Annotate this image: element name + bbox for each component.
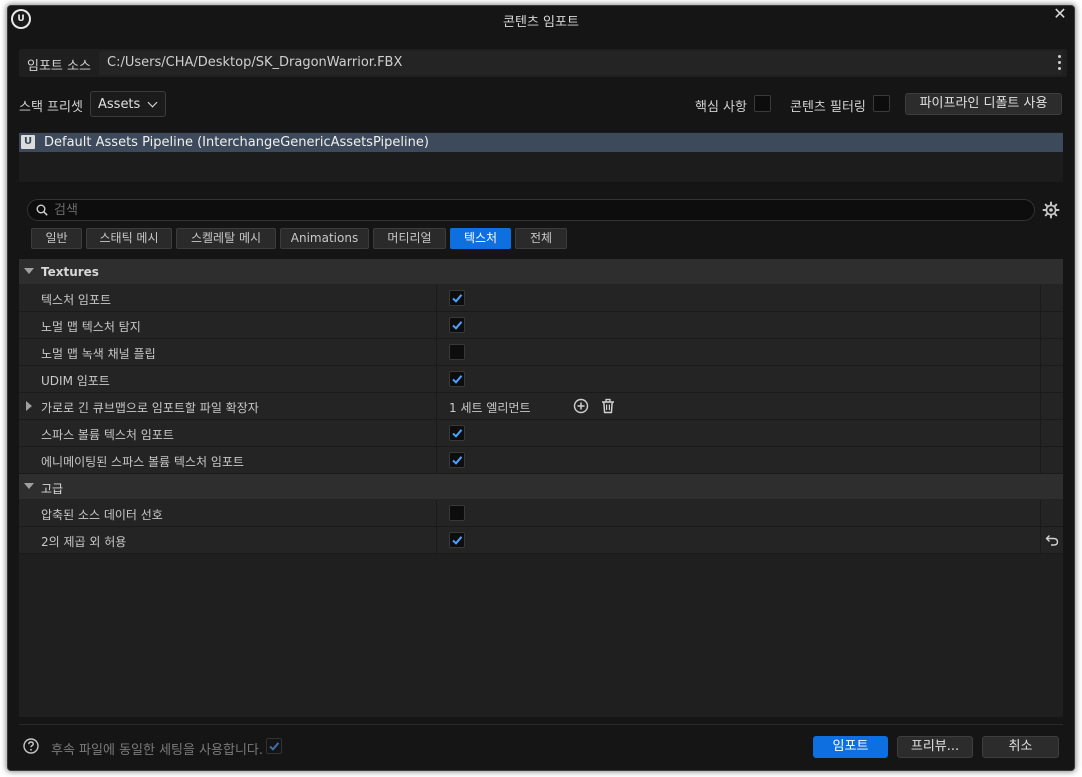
import-animated-sparse-volume-checkbox[interactable] [449, 452, 465, 468]
cancel-button[interactable]: 취소 [982, 736, 1059, 758]
pipeline-item-default-assets[interactable]: U Default Assets Pipeline (InterchangeGe… [19, 133, 1063, 152]
checkmark-icon [452, 536, 463, 545]
import-sparse-volume-checkbox[interactable] [449, 425, 465, 441]
stack-preset-label: 스택 프리셋 [19, 100, 83, 115]
content-filter-checkbox[interactable] [873, 95, 890, 112]
prefer-compressed-source-checkbox[interactable] [449, 505, 465, 521]
property-name: 에니메이팅된 스파스 볼륨 텍스처 임포트 [41, 455, 244, 469]
collapse-arrow-icon [24, 483, 34, 489]
checkmark-icon [452, 456, 463, 465]
checkmark-icon [452, 429, 463, 438]
tab-static-mesh[interactable]: 스태틱 메시 [86, 228, 172, 249]
window-title: 콘텐츠 임포트 [503, 15, 579, 30]
import-udim-checkbox[interactable] [449, 371, 465, 387]
trash-icon[interactable] [600, 398, 616, 414]
import-dialog: U 콘텐츠 임포트 ✕ 임포트 소스 C:/Users/CHA/Desktop/… [8, 6, 1074, 770]
expand-arrow-icon[interactable] [26, 401, 32, 411]
property-name: 압축된 소스 데이터 선호 [41, 508, 163, 522]
import-source-path: C:/Users/CHA/Desktop/SK_DragonWarrior.FB… [99, 51, 1063, 75]
allow-non-power-of-two-checkbox[interactable] [449, 532, 465, 548]
add-element-icon[interactable] [573, 398, 589, 414]
import-source-label: 임포트 소스 [27, 59, 91, 74]
tab-skeletal-mesh[interactable]: 스켈레탈 메시 [176, 228, 276, 249]
gear-icon[interactable] [1042, 201, 1060, 219]
details-panel: Textures 텍스처 임포트 노멀 맵 텍스처 탐지 노멀 맵 녹색 채널 … [19, 259, 1063, 717]
chevron-down-icon [147, 97, 158, 108]
tab-animations[interactable]: Animations [280, 228, 369, 249]
category-textures[interactable]: Textures [19, 259, 1063, 285]
tab-all[interactable]: 전체 [515, 228, 567, 249]
core-options-label: 핵심 사항 [695, 100, 747, 115]
checkmark-icon [452, 375, 463, 384]
import-source-row: 임포트 소스 C:/Users/CHA/Desktop/SK_DragonWar… [19, 49, 1067, 77]
category-label: Textures [41, 265, 99, 279]
pipeline-stack-list: U Default Assets Pipeline (InterchangeGe… [19, 132, 1063, 182]
import-button[interactable]: 임포트 [813, 736, 888, 758]
stack-preset-dropdown[interactable]: Assets [90, 91, 166, 117]
property-name: 가로로 긴 큐브맵으로 임포트할 파일 확장자 [41, 401, 259, 415]
array-element-count: 1 세트 엘리먼트 [449, 401, 531, 415]
property-row-import-animated-sparse-volume: 에니메이팅된 스파스 볼륨 텍스처 임포트 [19, 447, 1063, 474]
same-settings-checkbox[interactable] [266, 738, 282, 754]
stack-preset-value: Assets [98, 97, 141, 112]
use-pipeline-defaults-button[interactable]: 파이프라인 디폴트 사용 [905, 93, 1062, 115]
close-icon[interactable]: ✕ [1052, 6, 1068, 24]
pipeline-name: Default Assets Pipeline (InterchangeGene… [44, 135, 429, 150]
property-row-import-sparse-volume: 스파스 볼륨 텍스처 임포트 [19, 420, 1063, 447]
more-options-icon[interactable] [1055, 53, 1063, 71]
search-box [27, 199, 1035, 221]
property-row-prefer-compressed-source: 압축된 소스 데이터 선호 [19, 500, 1063, 527]
reset-to-default-icon[interactable] [1045, 533, 1059, 547]
checkmark-icon [269, 742, 280, 751]
search-icon [36, 204, 48, 216]
tab-materials[interactable]: 머티리얼 [373, 228, 446, 249]
detect-normal-map-checkbox[interactable] [449, 317, 465, 333]
property-row-import-textures: 텍스처 임포트 [19, 285, 1063, 312]
property-row-detect-normal-map: 노멀 맵 텍스처 탐지 [19, 312, 1063, 339]
property-name: 2의 제곱 외 허용 [41, 535, 127, 549]
search-input[interactable] [54, 201, 1014, 219]
preview-button[interactable]: 프리뷰... [897, 736, 973, 758]
tab-textures[interactable]: 텍스처 [450, 228, 511, 249]
content-filter-label: 콘텐츠 필터링 [790, 100, 866, 115]
property-name: 스파스 볼륨 텍스처 임포트 [41, 428, 174, 442]
property-row-allow-non-power-of-two: 2의 제곱 외 허용 [19, 527, 1063, 554]
property-name: 텍스처 임포트 [41, 293, 112, 307]
category-advanced[interactable]: 고급 [19, 474, 1063, 500]
help-icon[interactable] [23, 738, 39, 754]
property-name: 노멀 맵 녹색 채널 플립 [41, 347, 156, 361]
same-settings-label: 후속 파일에 동일한 세팅을 사용합니다. [51, 743, 264, 758]
property-name: 노멀 맵 텍스처 탐지 [41, 320, 141, 334]
pipeline-icon: U [21, 135, 35, 149]
collapse-arrow-icon [24, 268, 34, 274]
property-row-flip-normal-green: 노멀 맵 녹색 채널 플립 [19, 339, 1063, 366]
core-options-checkbox[interactable] [754, 95, 771, 112]
checkmark-icon [452, 294, 463, 303]
category-label: 고급 [41, 482, 64, 496]
title-bar: U 콘텐츠 임포트 ✕ [8, 6, 1074, 32]
property-name: UDIM 임포트 [41, 374, 110, 388]
checkmark-icon [452, 321, 463, 330]
property-row-cubemap-extensions: 가로로 긴 큐브맵으로 임포트할 파일 확장자 1 세트 엘리먼트 [19, 393, 1063, 420]
import-textures-checkbox[interactable] [449, 290, 465, 306]
property-row-import-udim: UDIM 임포트 [19, 366, 1063, 393]
tab-general[interactable]: 일반 [31, 228, 82, 249]
flip-normal-green-checkbox[interactable] [449, 344, 465, 360]
